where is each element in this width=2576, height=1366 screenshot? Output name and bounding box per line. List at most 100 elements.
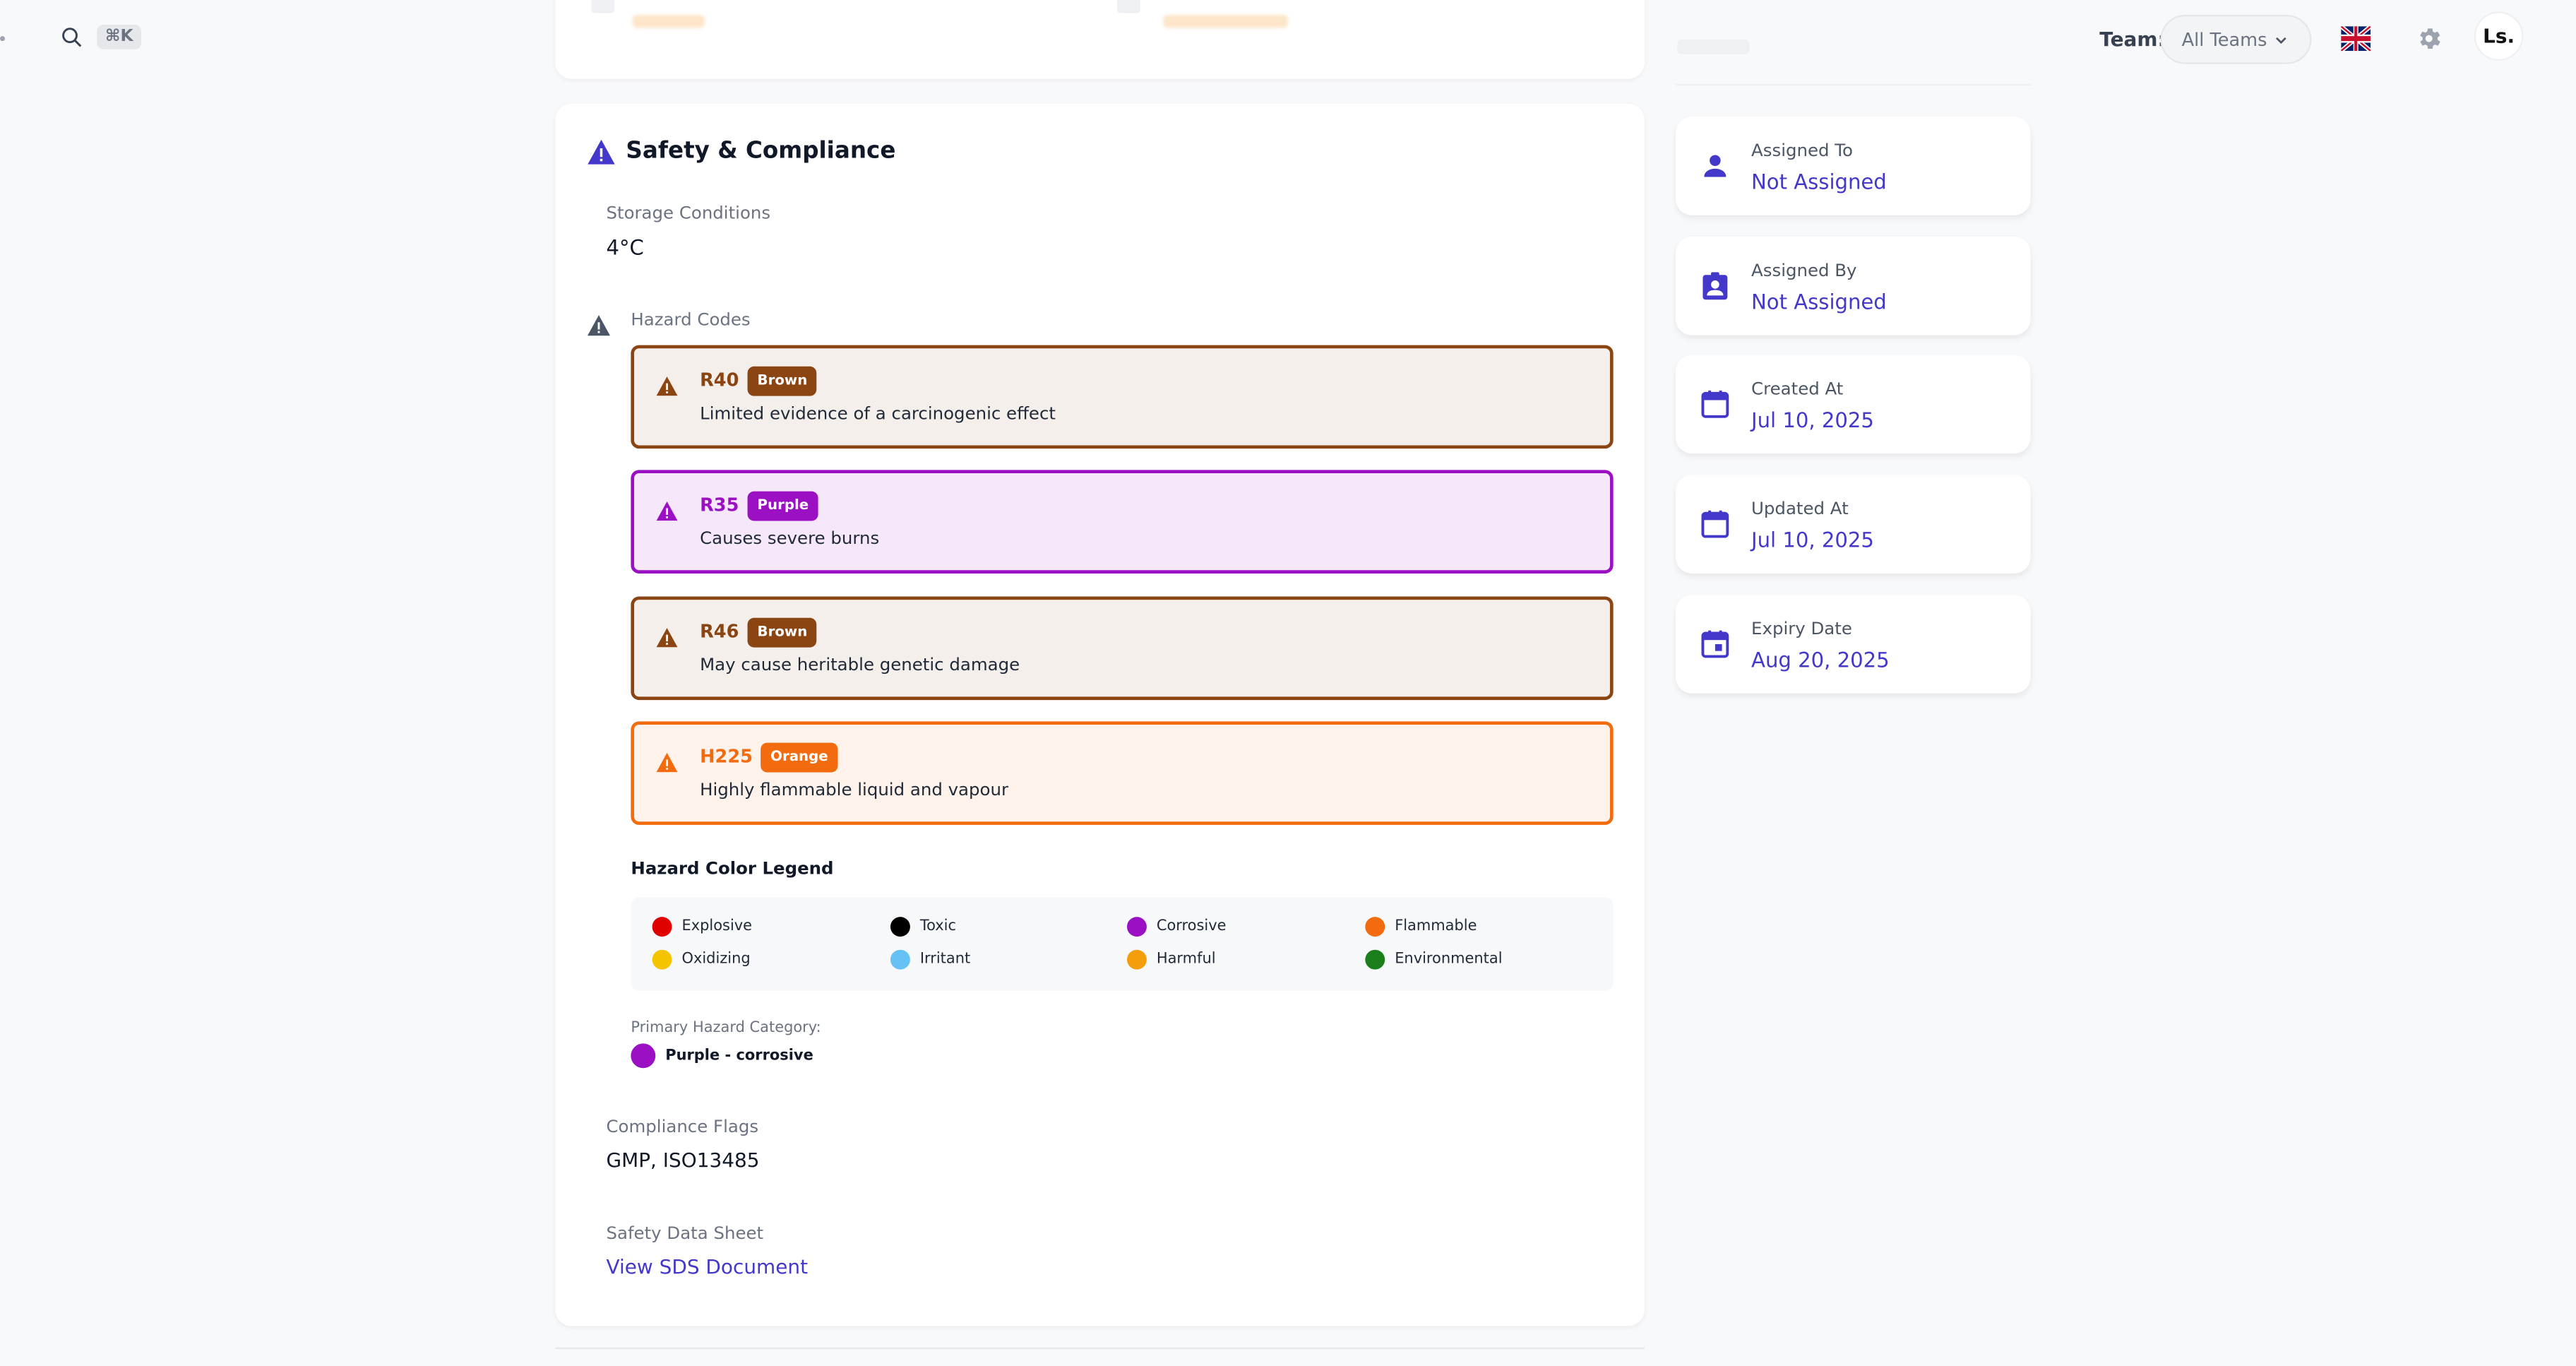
hazard-description: Limited evidence of a carcinogenic effec…: [700, 404, 1056, 424]
legend-dot: [1126, 949, 1147, 970]
assigned-by-card: Assigned By Not Assigned: [1676, 237, 2031, 335]
hazard-card: R35 Purple Causes severe burns: [631, 470, 1614, 574]
hazard-warning-icon: [656, 752, 678, 773]
hazard-warning-icon: [656, 376, 678, 396]
bottom-divider: [555, 1347, 1645, 1350]
safety-data-sheet-label: Safety Data Sheet: [606, 1224, 764, 1245]
assigned-by-label: Assigned By: [1751, 261, 1857, 281]
expiry-date-label: Expiry Date: [1751, 619, 1852, 640]
safety-compliance-card: [555, 103, 1645, 1326]
previous-section-faded-icon: [1117, 0, 1140, 13]
warning-icon: [588, 139, 615, 165]
hazard-code: R46: [700, 621, 739, 643]
legend-dot: [1365, 917, 1385, 937]
hazard-warning-icon: [588, 315, 611, 336]
hazard-legend-title: Hazard Color Legend: [631, 859, 834, 879]
hazard-description: Causes severe burns: [700, 529, 880, 550]
created-at-label: Created At: [1751, 379, 1844, 400]
hazard-color-badge: Brown: [747, 617, 818, 648]
legend-label: Corrosive: [1156, 918, 1227, 935]
storage-conditions-value: 4°C: [606, 234, 644, 260]
created-at-value: Jul 10, 2025: [1751, 407, 1874, 432]
legend-label: Harmful: [1156, 951, 1216, 968]
legend-item-environmental: Environmental: [1365, 949, 1503, 970]
section-title: Safety & Compliance: [626, 138, 896, 165]
hazard-color-badge: Orange: [761, 742, 838, 773]
legend-dot: [890, 917, 910, 937]
hazard-description: May cause heritable genetic damage: [700, 655, 1020, 676]
legend-label: Oxidizing: [681, 951, 751, 968]
updated-at-value: Jul 10, 2025: [1751, 527, 1874, 552]
hazard-code: R35: [700, 494, 739, 516]
search-icon: [62, 28, 82, 47]
legend-item-corrosive: Corrosive: [1126, 917, 1227, 937]
compliance-flags-value: GMP, ISO13485: [606, 1148, 760, 1172]
legend-dot: [1126, 917, 1147, 937]
previous-section-faded-value: [1163, 14, 1288, 28]
gear-icon[interactable]: [2415, 25, 2443, 53]
hazard-warning-icon: [656, 501, 678, 521]
chevron-down-icon: [2276, 36, 2286, 43]
expiry-date-value: Aug 20, 2025: [1751, 647, 1890, 672]
hazard-color-badge: Brown: [747, 366, 818, 396]
storage-conditions-label: Storage Conditions: [606, 203, 771, 224]
legend-label: Environmental: [1395, 951, 1503, 968]
primary-hazard-value: Purple - corrosive: [665, 1047, 813, 1064]
hazard-card: R40 Brown Limited evidence of a carcinog…: [631, 345, 1614, 449]
previous-section-card: [555, 0, 1645, 79]
hazard-warning-icon: [656, 628, 678, 648]
legend-label: Explosive: [681, 918, 753, 935]
sidebar-faded-heading: [1677, 39, 1750, 54]
calendar-icon: [1701, 390, 1729, 418]
calendar-icon: [1701, 510, 1729, 538]
legend-label: Flammable: [1395, 918, 1477, 935]
hazard-card: R46 Brown May cause heritable genetic da…: [631, 596, 1614, 701]
created-at-card: Created At Jul 10, 2025: [1676, 355, 2031, 454]
compliance-flags-label: Compliance Flags: [606, 1117, 759, 1137]
hazard-legend: Explosive Toxic Corrosive Flammable Oxid…: [631, 897, 1614, 991]
hazard-card: H225 Orange Highly flammable liquid and …: [631, 721, 1614, 825]
hazard-codes-label: Hazard Codes: [631, 310, 751, 331]
team-select[interactable]: All Teams: [2160, 14, 2312, 64]
assigned-to-label: Assigned To: [1751, 141, 1854, 161]
legend-dot: [1365, 949, 1385, 970]
legend-item-oxidizing: Oxidizing: [652, 949, 751, 970]
search-trigger[interactable]: ⌘K: [59, 24, 142, 49]
legend-dot: [890, 949, 910, 970]
legend-label: Toxic: [919, 918, 956, 935]
legend-item-toxic: Toxic: [890, 917, 956, 937]
primary-hazard-label: Primary Hazard Category:: [631, 1020, 821, 1038]
legend-dot: [652, 949, 672, 970]
primary-hazard-dot: [631, 1043, 656, 1069]
uk-flag-icon[interactable]: [2341, 26, 2371, 52]
legend-item-harmful: Harmful: [1126, 949, 1216, 970]
event-icon: [1701, 630, 1729, 658]
primary-hazard-category: Purple - corrosive: [631, 1043, 813, 1069]
hazard-code: H225: [700, 746, 753, 768]
legend-dot: [652, 917, 672, 937]
previous-section-faded-icon: [591, 0, 615, 13]
expiry-date-card: Expiry Date Aug 20, 2025: [1676, 595, 2031, 694]
team-label: Team:: [2099, 28, 2166, 52]
assignment-ind-icon: [1703, 272, 1728, 300]
updated-at-label: Updated At: [1751, 499, 1849, 520]
assigned-to-value: Not Assigned: [1751, 169, 1887, 194]
legend-item-flammable: Flammable: [1365, 917, 1477, 937]
team-select-value: All Teams: [2181, 28, 2267, 50]
hazard-description: Highly flammable liquid and vapour: [700, 780, 1008, 801]
view-sds-link[interactable]: View SDS Document: [606, 1255, 808, 1278]
search-shortcut: ⌘K: [97, 24, 142, 49]
person-icon: [1704, 155, 1727, 177]
updated-at-card: Updated At Jul 10, 2025: [1676, 475, 2031, 574]
edge-dot: [0, 36, 5, 42]
user-avatar[interactable]: Ls.: [2474, 11, 2524, 61]
legend-label: Irritant: [919, 951, 971, 968]
hazard-code: R40: [700, 369, 739, 391]
legend-item-irritant: Irritant: [890, 949, 971, 970]
hazard-color-badge: Purple: [747, 491, 819, 521]
assigned-by-value: Not Assigned: [1751, 289, 1887, 314]
assigned-to-card: Assigned To Not Assigned: [1676, 117, 2031, 215]
previous-section-faded-value: [632, 14, 705, 28]
legend-item-explosive: Explosive: [652, 917, 752, 937]
sidebar-divider: [1676, 83, 2031, 85]
